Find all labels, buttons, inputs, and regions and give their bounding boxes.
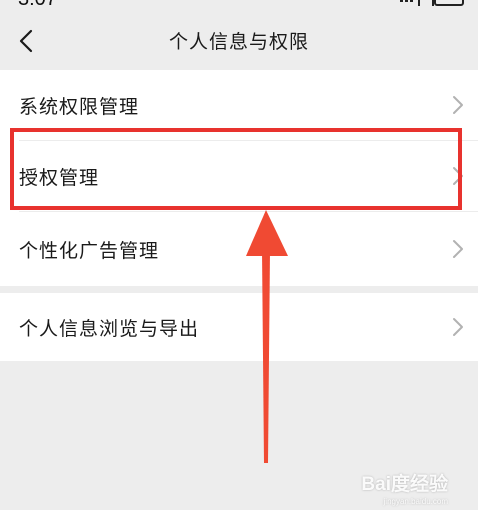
system-permission-label: 系统权限管理 bbox=[19, 95, 140, 118]
system-permission-item[interactable]: 系统权限管理 bbox=[0, 70, 478, 140]
data-export-group: 个人信息浏览与导出 bbox=[0, 293, 478, 361]
chevron-right-icon bbox=[453, 318, 463, 336]
battery-icon bbox=[434, 0, 464, 6]
authorization-item[interactable]: 授权管理 bbox=[0, 141, 478, 211]
status-bar: 3:07 bbox=[0, 0, 478, 14]
permission-group: 系统权限管理 授权管理 个性化广告管理 bbox=[0, 70, 478, 286]
page-title: 个人信息与权限 bbox=[168, 31, 309, 53]
watermark: Bai度经验 bbox=[361, 474, 448, 495]
chevron-right-icon bbox=[453, 167, 463, 185]
signal-bar-2 bbox=[405, 0, 408, 2]
personal-info-export-label: 个人信息浏览与导出 bbox=[19, 317, 200, 340]
authorization-label: 授权管理 bbox=[19, 166, 100, 189]
chevron-right-icon bbox=[453, 96, 463, 114]
personalized-ads-label: 个性化广告管理 bbox=[19, 239, 160, 262]
status-time: 3:07 bbox=[18, 0, 57, 11]
chevron-right-icon bbox=[453, 240, 463, 258]
signal-icon bbox=[400, 0, 403, 2]
back-button[interactable] bbox=[14, 26, 38, 56]
back-arrow-icon bbox=[19, 29, 33, 53]
signal-bar-3 bbox=[410, 0, 413, 2]
watermark-url: jingyan.baidu.com bbox=[383, 497, 448, 506]
wifi-icon bbox=[418, 0, 434, 6]
navigation-bar: 个人信息与权限 bbox=[0, 14, 478, 70]
personalized-ads-item[interactable]: 个性化广告管理 bbox=[0, 212, 478, 286]
personal-info-export-item[interactable]: 个人信息浏览与导出 bbox=[0, 293, 478, 361]
